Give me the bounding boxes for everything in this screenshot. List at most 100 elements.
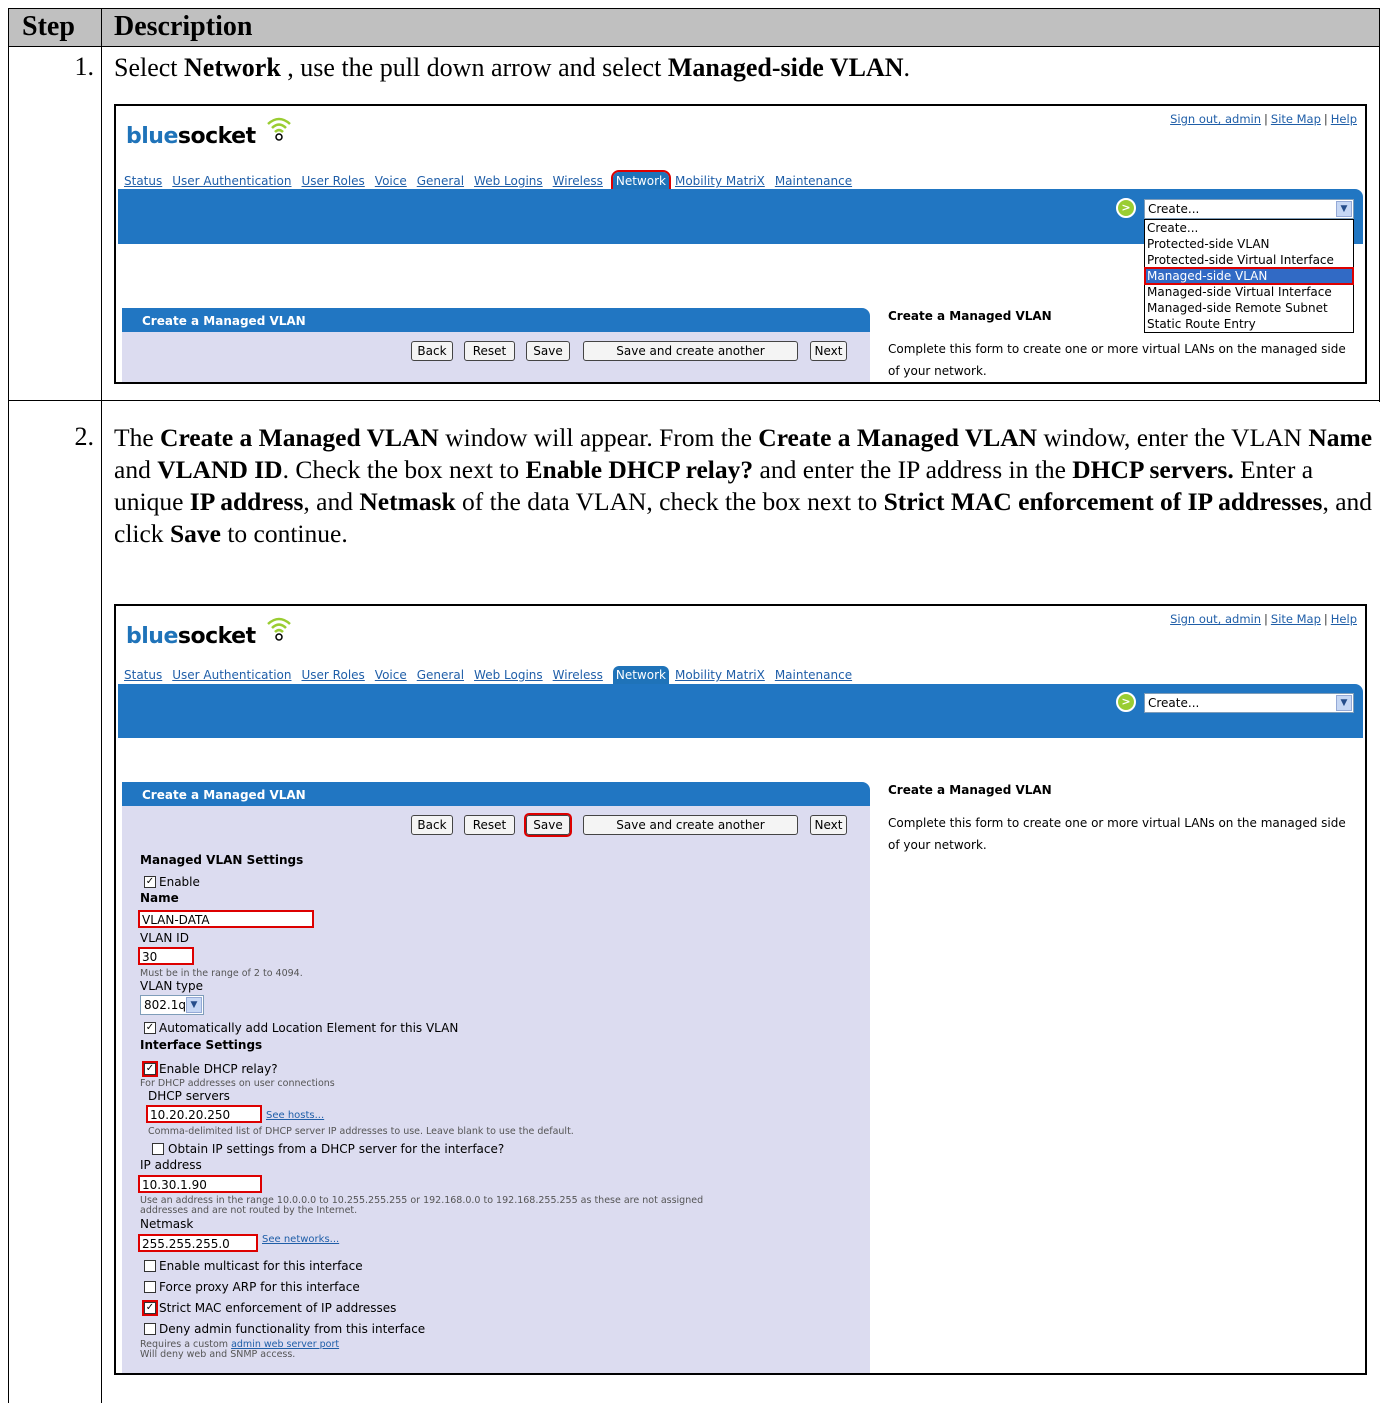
tab-general[interactable]: General	[417, 174, 464, 188]
tab-user-roles[interactable]: User Roles	[302, 174, 365, 188]
tab-user-authentication[interactable]: User Authentication	[172, 174, 291, 188]
save-and-create-another-button[interactable]: Save and create another	[583, 341, 798, 361]
name-input[interactable]: VLAN-DATA	[138, 910, 314, 928]
vlan-type-select[interactable]: 802.1q ▼	[140, 995, 204, 1015]
help-text: Complete this form to create one or more…	[888, 342, 1346, 378]
go-icon[interactable]: >	[1116, 692, 1136, 712]
tab-wireless[interactable]: Wireless	[553, 668, 603, 682]
proxy-arp-label: Force proxy ARP for this interface	[159, 1280, 360, 1294]
dropdown-option[interactable]: Managed-side VLAN	[1144, 267, 1354, 285]
tab-status[interactable]: Status	[124, 174, 162, 188]
tab-user-roles[interactable]: User Roles	[302, 668, 365, 682]
netmask-input[interactable]: 255.255.255.0	[138, 1234, 258, 1252]
sign-out-link[interactable]: Sign out, admin	[1170, 612, 1261, 626]
tab-mobility-matrix[interactable]: Mobility MatriX	[675, 174, 765, 188]
tab-general[interactable]: General	[417, 668, 464, 682]
back-button[interactable]: Back	[411, 815, 453, 835]
dhcp-relay-label: Enable DHCP relay?	[159, 1062, 278, 1076]
panel-header: Create a Managed VLAN	[122, 782, 870, 806]
ip-address-label: IP address	[140, 1158, 202, 1172]
dropdown-option[interactable]: Protected-side Virtual Interface	[1145, 252, 1353, 268]
obtain-ip-checkbox[interactable]	[152, 1143, 164, 1155]
create-select[interactable]: Create... ▼	[1144, 693, 1354, 713]
tab-mobility-matrix[interactable]: Mobility MatriX	[675, 668, 765, 682]
dhcp-servers-hint: Comma-delimited list of DHCP server IP a…	[148, 1126, 574, 1137]
dropdown-option[interactable]: Managed-side Virtual Interface	[1145, 284, 1353, 300]
bluesocket-logo: bluesocket	[126, 624, 256, 649]
reset-button[interactable]: Reset	[464, 341, 515, 361]
site-map-link[interactable]: Site Map	[1271, 112, 1321, 126]
tab-network[interactable]: Network	[610, 170, 671, 192]
netmask-label: Netmask	[140, 1217, 194, 1231]
table-header: Step Description	[8, 8, 1380, 46]
step-number: 2.	[74, 422, 95, 451]
site-map-link[interactable]: Site Map	[1271, 612, 1321, 626]
dropdown-option[interactable]: Create...	[1145, 220, 1353, 236]
dropdown-option[interactable]: Protected-side VLAN	[1145, 236, 1353, 252]
help-title: Create a Managed VLAN	[888, 309, 1052, 323]
obtain-ip-label: Obtain IP settings from a DHCP server fo…	[168, 1142, 505, 1156]
see-networks-link[interactable]: See networks...	[262, 1234, 339, 1245]
auto-location-checkbox[interactable]: ✓	[144, 1022, 156, 1034]
multicast-label: Enable multicast for this interface	[159, 1259, 363, 1273]
tab-maintenance[interactable]: Maintenance	[775, 174, 852, 188]
table-row-line	[8, 46, 1380, 47]
main-nav: Status User Authentication User Roles Voice…	[124, 170, 862, 192]
sign-out-link[interactable]: Sign out, admin	[1170, 112, 1261, 126]
chevron-down-icon: ▼	[186, 997, 202, 1013]
save-button[interactable]: Save	[524, 813, 572, 837]
tab-network[interactable]: Network	[612, 666, 669, 684]
vlan-id-label: VLAN ID	[140, 931, 189, 945]
top-links: Sign out, admin | Site Map | Help	[1170, 612, 1357, 626]
deny-admin-checkbox[interactable]	[144, 1323, 156, 1335]
chevron-down-icon: ▼	[1336, 695, 1352, 711]
top-links: Sign out, admin | Site Map | Help	[1170, 112, 1357, 126]
dhcp-relay-hint: For DHCP addresses on user connections	[140, 1078, 335, 1089]
save-button[interactable]: Save	[526, 341, 570, 361]
see-hosts-link[interactable]: See hosts...	[266, 1110, 324, 1121]
step-header: Step	[22, 11, 75, 42]
go-icon[interactable]: >	[1116, 198, 1136, 218]
enable-checkbox[interactable]: ✓	[144, 876, 156, 888]
save-and-create-another-button[interactable]: Save and create another	[583, 815, 798, 835]
screenshot-1: bluesocket Sign out, admin | Site Map | Help…	[114, 104, 1367, 384]
tab-voice[interactable]: Voice	[375, 668, 407, 682]
table-border-left	[8, 400, 9, 1403]
table-border-top	[8, 8, 1380, 9]
step-description: Select Network , use the pull down arrow…	[114, 53, 911, 82]
help-link[interactable]: Help	[1331, 112, 1357, 126]
reset-button[interactable]: Reset	[464, 815, 515, 835]
enable-label: Enable	[159, 875, 200, 889]
panel-header: Create a Managed VLAN	[122, 308, 870, 332]
screenshot-2: bluesocket Sign out, admin | Site Map | Help…	[114, 604, 1367, 1375]
dropdown-option[interactable]: Static Route Entry	[1145, 316, 1353, 332]
next-button[interactable]: Next	[810, 815, 847, 835]
dropdown-option[interactable]: Managed-side Remote Subnet	[1145, 300, 1353, 316]
vlan-id-input[interactable]: 30	[138, 947, 194, 965]
next-button[interactable]: Next	[810, 341, 847, 361]
tab-wireless[interactable]: Wireless	[553, 174, 603, 188]
create-dropdown-list[interactable]: Create... Protected-side VLAN Protected-si…	[1144, 219, 1354, 333]
vlan-id-hint: Must be in the range of 2 to 4094.	[140, 968, 303, 979]
tab-user-authentication[interactable]: User Authentication	[172, 668, 291, 682]
dhcp-relay-checkbox[interactable]: ✓	[142, 1061, 158, 1077]
bluesocket-logo: bluesocket	[126, 124, 256, 149]
multicast-checkbox[interactable]	[144, 1260, 156, 1272]
table-column-line	[101, 8, 102, 1403]
strict-mac-checkbox[interactable]: ✓	[142, 1300, 158, 1316]
back-button[interactable]: Back	[411, 341, 453, 361]
ip-address-input[interactable]: 10.30.1.90	[138, 1175, 262, 1193]
tab-web-logins[interactable]: Web Logins	[474, 668, 543, 682]
name-label: Name	[140, 891, 179, 905]
tab-status[interactable]: Status	[124, 668, 162, 682]
help-link[interactable]: Help	[1331, 612, 1357, 626]
tab-web-logins[interactable]: Web Logins	[474, 174, 543, 188]
tab-maintenance[interactable]: Maintenance	[775, 668, 852, 682]
main-nav: Status User Authentication User Roles Voice…	[124, 666, 862, 684]
dhcp-servers-input[interactable]: 10.20.20.250	[146, 1105, 262, 1123]
create-select[interactable]: Create... ▼	[1144, 199, 1354, 219]
interface-settings-heading: Interface Settings	[140, 1038, 263, 1052]
proxy-arp-checkbox[interactable]	[144, 1281, 156, 1293]
chevron-down-icon: ▼	[1336, 201, 1352, 217]
tab-voice[interactable]: Voice	[375, 174, 407, 188]
